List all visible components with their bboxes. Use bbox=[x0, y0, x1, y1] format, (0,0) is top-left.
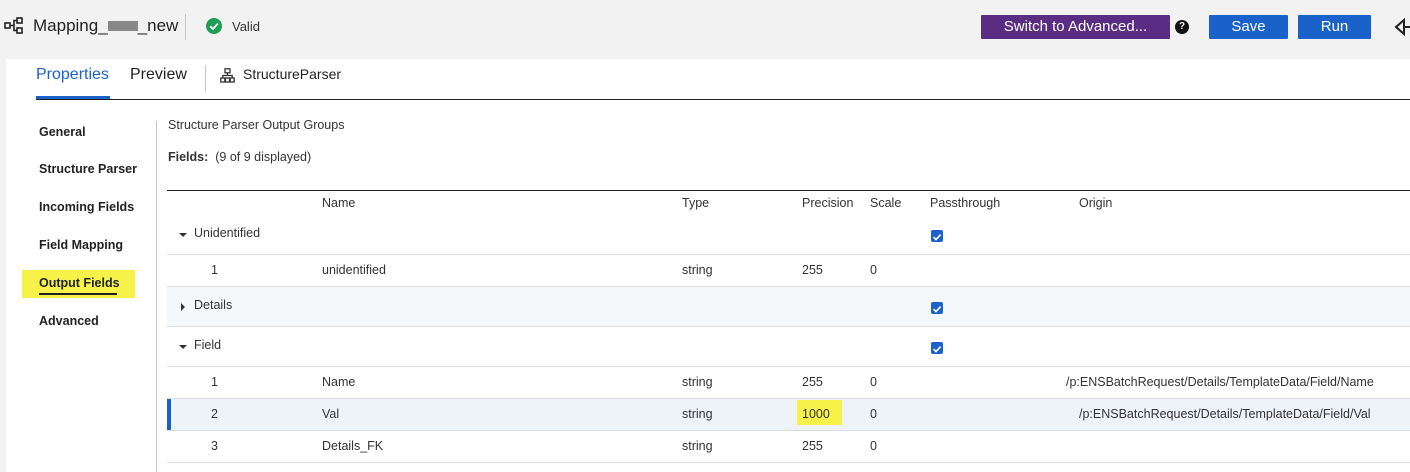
nav-item-field-mapping[interactable]: Field Mapping bbox=[39, 238, 123, 252]
nav-item-output-fields[interactable]: Output Fields bbox=[39, 276, 120, 290]
tab-properties[interactable]: Properties bbox=[36, 66, 109, 84]
table-row[interactable]: 1 unidentified string 255 0 bbox=[167, 255, 1410, 287]
field-precision: 255 bbox=[802, 375, 823, 389]
field-scale: 0 bbox=[870, 375, 877, 389]
field-name: Details_FK bbox=[322, 439, 384, 453]
transformation-name: StructureParser bbox=[243, 66, 342, 82]
group-row-details[interactable]: Details bbox=[167, 287, 1410, 327]
field-precision: 255 bbox=[802, 439, 823, 453]
checkbox-checked-icon bbox=[932, 234, 942, 241]
back-icon[interactable] bbox=[1393, 17, 1410, 37]
caret-down-icon[interactable] bbox=[179, 345, 187, 349]
group-name: Unidentified bbox=[194, 226, 261, 240]
mapping-icon bbox=[4, 17, 23, 34]
tab-preview[interactable]: Preview bbox=[130, 66, 187, 84]
checkbox-checked-icon bbox=[932, 346, 942, 353]
table-row[interactable]: 3 Details_FK string 255 0 bbox=[167, 431, 1410, 463]
passthrough-checkbox[interactable] bbox=[931, 302, 943, 314]
nav-item-structure-parser[interactable]: Structure Parser bbox=[39, 162, 137, 176]
column-header-precision[interactable]: Precision bbox=[802, 196, 853, 210]
nav-item-incoming-fields[interactable]: Incoming Fields bbox=[39, 200, 134, 214]
field-precision: 255 bbox=[802, 263, 823, 277]
tabs-divider bbox=[36, 99, 1410, 100]
properties-panel: Properties Preview StructureParser Gener… bbox=[6, 59, 1410, 472]
table-row[interactable]: 1 Name string 255 0 /p:ENSBatchRequest/D… bbox=[167, 367, 1410, 399]
field-name: Name bbox=[322, 375, 356, 389]
fields-label: Fields: bbox=[168, 150, 209, 164]
nav-divider bbox=[156, 121, 157, 472]
field-name: unidentified bbox=[322, 263, 386, 277]
row-number: 1 bbox=[211, 263, 218, 277]
column-header-type[interactable]: Type bbox=[682, 196, 709, 210]
help-icon[interactable]: ? bbox=[1175, 20, 1189, 34]
field-origin: /p:ENSBatchRequest/Details/TemplateData/… bbox=[1066, 375, 1374, 389]
section-title: Structure Parser Output Groups bbox=[168, 118, 345, 132]
column-header-origin[interactable]: Origin bbox=[1079, 196, 1112, 210]
field-scale: 0 bbox=[870, 439, 877, 453]
group-row-unidentified[interactable]: Unidentified bbox=[167, 214, 1410, 255]
nav-item-advanced[interactable]: Advanced bbox=[39, 314, 99, 328]
valid-check-icon bbox=[206, 18, 222, 34]
header-divider bbox=[185, 14, 186, 40]
field-name: Val bbox=[322, 407, 340, 421]
field-scale: 0 bbox=[870, 263, 877, 277]
run-button[interactable]: Run bbox=[1298, 15, 1371, 39]
switch-to-advanced-button[interactable]: Switch to Advanced... bbox=[981, 15, 1170, 39]
column-header-passthrough[interactable]: Passthrough bbox=[930, 196, 1000, 210]
field-precision[interactable]: 1000 bbox=[802, 407, 830, 421]
row-number: 1 bbox=[211, 375, 218, 389]
fields-count: Fields: (9 of 9 displayed) bbox=[168, 150, 311, 164]
field-type: string bbox=[682, 375, 713, 389]
row-number: 2 bbox=[211, 407, 218, 421]
field-type: string bbox=[682, 263, 713, 277]
nav-item-general[interactable]: General bbox=[39, 125, 86, 139]
structure-icon bbox=[220, 68, 235, 83]
status-text: Valid bbox=[232, 19, 260, 34]
mapping-title-prefix: Mapping_ bbox=[33, 16, 108, 35]
save-button[interactable]: Save bbox=[1209, 15, 1288, 39]
group-name: Details bbox=[194, 298, 233, 312]
nav-selected-underline bbox=[39, 293, 117, 295]
caret-right-icon[interactable] bbox=[181, 303, 185, 311]
field-type: string bbox=[682, 439, 713, 453]
top-bar: Mapping_ _new Valid Switch to Advanced...… bbox=[0, 0, 1410, 56]
table-top-border bbox=[167, 190, 1410, 191]
column-header-name[interactable]: Name bbox=[322, 196, 355, 210]
table-row-content[interactable]: 2 Val string 1000 0 /p:ENSBatchRequest/D… bbox=[167, 399, 1410, 431]
group-name: Field bbox=[194, 338, 222, 352]
row-number: 3 bbox=[211, 439, 218, 453]
passthrough-checkbox[interactable] bbox=[931, 342, 943, 354]
column-header-scale[interactable]: Scale bbox=[870, 196, 901, 210]
field-origin: /p:ENSBatchRequest/Details/TemplateData/… bbox=[1079, 407, 1371, 421]
mapping-title-suffix: _new bbox=[137, 16, 179, 35]
field-type: string bbox=[682, 407, 713, 421]
field-scale: 0 bbox=[870, 407, 877, 421]
tab-divider bbox=[205, 65, 206, 92]
checkbox-checked-icon bbox=[932, 306, 942, 313]
passthrough-checkbox[interactable] bbox=[931, 230, 943, 242]
caret-down-icon[interactable] bbox=[179, 233, 187, 237]
group-row-field[interactable]: Field bbox=[167, 327, 1410, 367]
fields-count-text: (9 of 9 displayed) bbox=[215, 150, 312, 164]
redacted-text bbox=[107, 20, 138, 31]
mapping-title: Mapping_ _new bbox=[33, 16, 178, 36]
